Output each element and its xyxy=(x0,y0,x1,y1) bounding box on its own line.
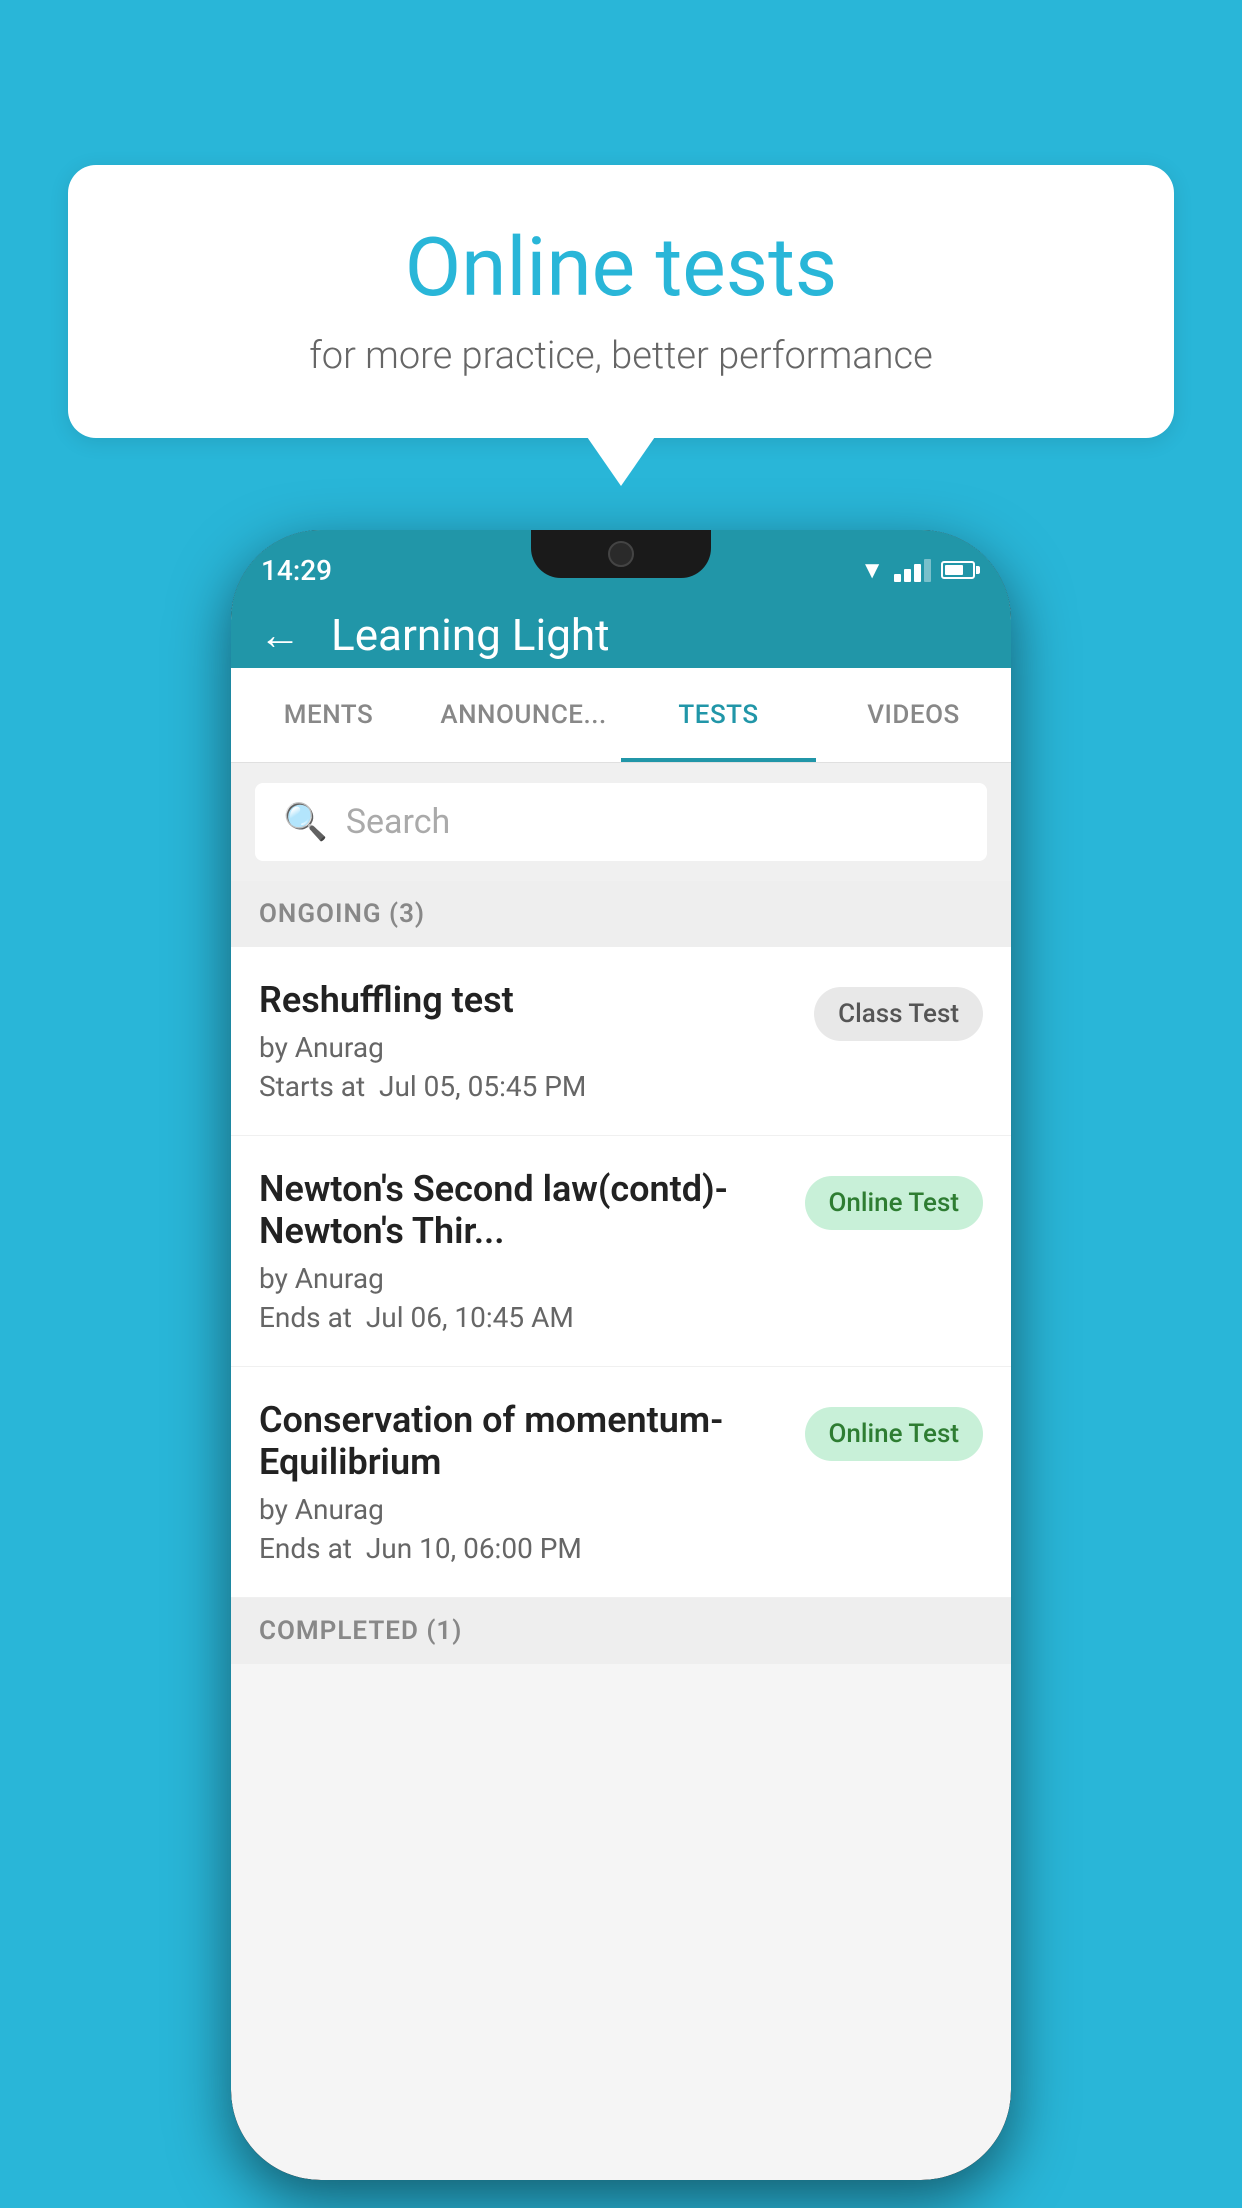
phone-container: 14:29 ▼ xyxy=(231,530,1011,2180)
test-item-2[interactable]: Newton's Second law(contd)-Newton's Thir… xyxy=(231,1136,1011,1367)
tab-ments[interactable]: MENTS xyxy=(231,668,426,762)
tabs-container: MENTS ANNOUNCE... TESTS VIDEOS xyxy=(231,668,1011,763)
test-author-3: by Anurag xyxy=(259,1493,785,1526)
test-item-1[interactable]: Reshuffling test by Anurag Starts at Jul… xyxy=(231,947,1011,1136)
speech-bubble-title: Online tests xyxy=(128,220,1114,316)
test-name-1: Reshuffling test xyxy=(259,979,794,1021)
test-info-1: Reshuffling test by Anurag Starts at Jul… xyxy=(259,979,794,1103)
phone-notch xyxy=(531,530,711,578)
signal-bar-2 xyxy=(904,569,911,582)
test-time-3: Ends at Jun 10, 06:00 PM xyxy=(259,1532,785,1565)
ongoing-section-header: ONGOING (3) xyxy=(231,881,1011,947)
test-item-3[interactable]: Conservation of momentum-Equilibrium by … xyxy=(231,1367,1011,1598)
test-time-1: Starts at Jul 05, 05:45 PM xyxy=(259,1070,794,1103)
status-icons: ▼ xyxy=(860,556,975,585)
completed-section-header: COMPLETED (1) xyxy=(231,1598,1011,1664)
speech-bubble: Online tests for more practice, better p… xyxy=(68,165,1174,438)
tab-announcements[interactable]: ANNOUNCE... xyxy=(426,668,621,762)
battery-fill xyxy=(945,565,963,575)
test-time-2: Ends at Jul 06, 10:45 AM xyxy=(259,1301,785,1334)
test-list: Reshuffling test by Anurag Starts at Jul… xyxy=(231,947,1011,1598)
tab-videos[interactable]: VIDEOS xyxy=(816,668,1011,762)
test-name-2: Newton's Second law(contd)-Newton's Thir… xyxy=(259,1168,785,1252)
test-author-2: by Anurag xyxy=(259,1262,785,1295)
app-title: Learning Light xyxy=(331,609,610,661)
speech-bubble-subtitle: for more practice, better performance xyxy=(128,334,1114,378)
test-info-3: Conservation of momentum-Equilibrium by … xyxy=(259,1399,785,1565)
test-badge-3: Online Test xyxy=(805,1407,984,1461)
phone-frame: 14:29 ▼ xyxy=(231,530,1011,2180)
signal-bars xyxy=(894,559,931,582)
signal-bar-3 xyxy=(914,564,921,582)
test-name-3: Conservation of momentum-Equilibrium xyxy=(259,1399,785,1483)
status-time: 14:29 xyxy=(261,554,332,587)
wifi-icon: ▼ xyxy=(860,556,884,585)
test-author-1: by Anurag xyxy=(259,1031,794,1064)
test-info-2: Newton's Second law(contd)-Newton's Thir… xyxy=(259,1168,785,1334)
search-bar[interactable]: 🔍 Search xyxy=(255,783,987,861)
signal-bar-4 xyxy=(924,559,931,582)
signal-bar-1 xyxy=(894,574,901,582)
battery-icon xyxy=(941,561,975,579)
search-placeholder: Search xyxy=(346,802,450,842)
app-screen: 14:29 ▼ xyxy=(231,530,1011,2180)
test-badge-2: Online Test xyxy=(805,1176,984,1230)
tab-tests[interactable]: TESTS xyxy=(621,668,816,762)
search-container: 🔍 Search xyxy=(231,763,1011,881)
back-button[interactable]: ← xyxy=(259,611,301,660)
search-icon: 🔍 xyxy=(283,801,328,843)
test-badge-1: Class Test xyxy=(814,987,983,1041)
front-camera xyxy=(608,541,634,567)
